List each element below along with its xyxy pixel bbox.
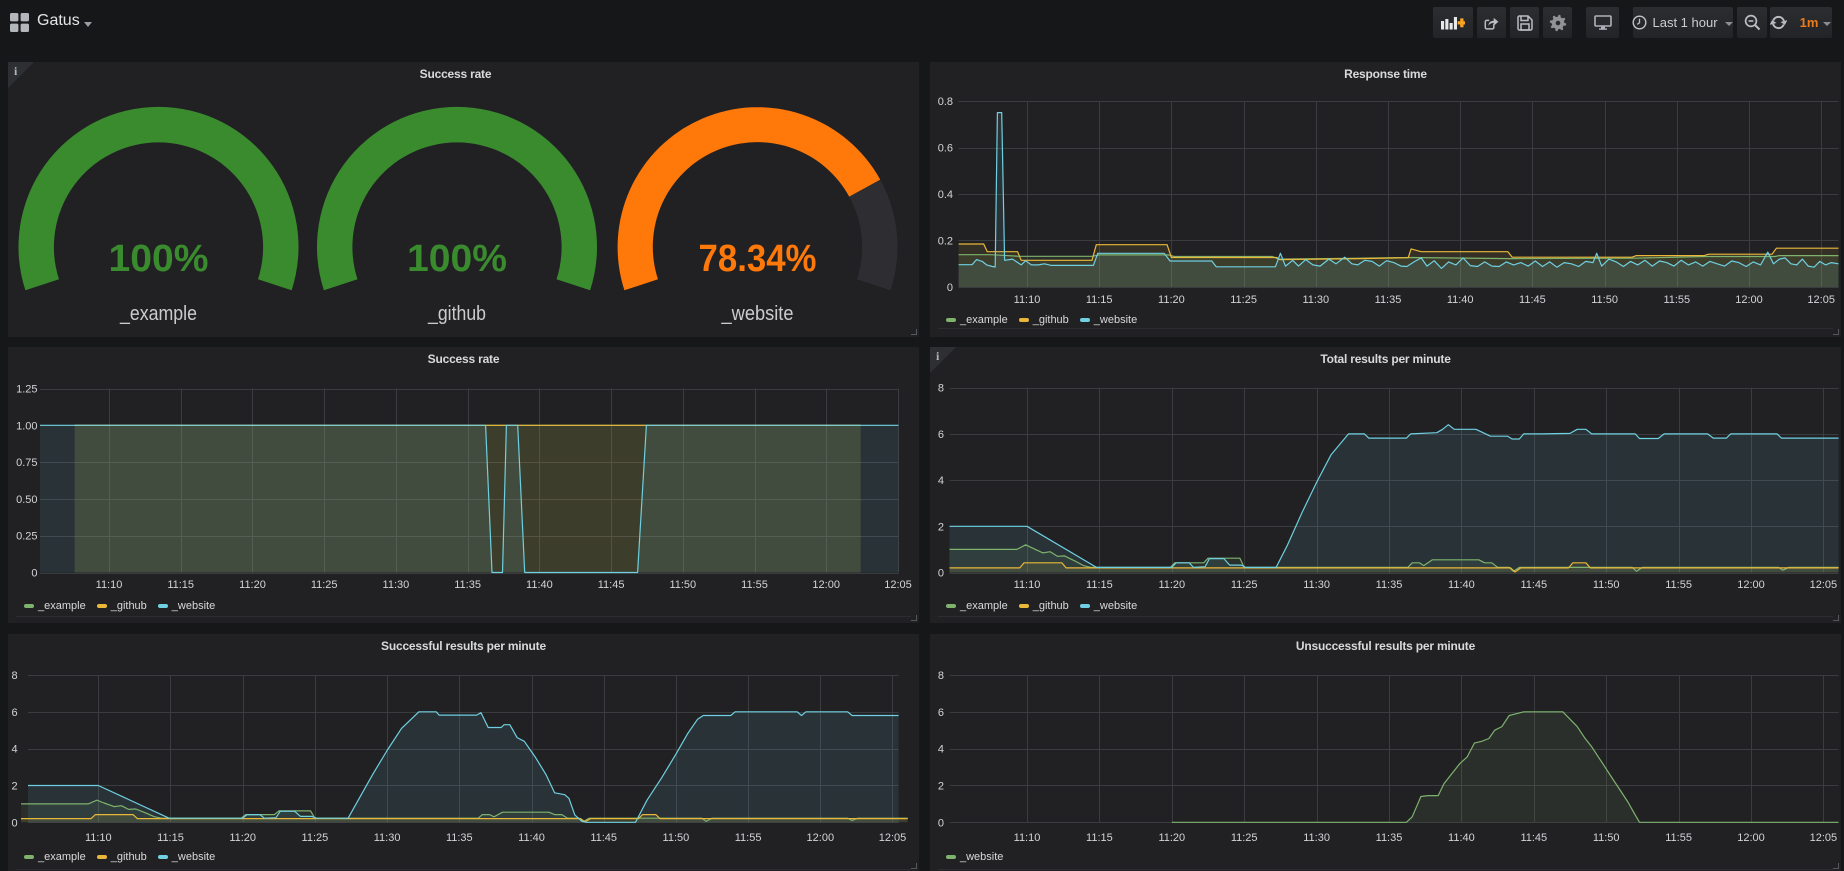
svg-text:0: 0 bbox=[31, 568, 37, 580]
svg-text:0: 0 bbox=[938, 817, 944, 829]
svg-text:11:45: 11:45 bbox=[1520, 579, 1547, 591]
svg-text:11:10: 11:10 bbox=[96, 579, 123, 591]
svg-text:0.6: 0.6 bbox=[938, 143, 953, 155]
svg-text:11:10: 11:10 bbox=[85, 832, 112, 844]
svg-text:11:35: 11:35 bbox=[1375, 294, 1402, 306]
svg-text:6: 6 bbox=[938, 707, 944, 719]
svg-text:78.34%: 78.34% bbox=[699, 238, 817, 280]
svg-text:1.00: 1.00 bbox=[16, 420, 37, 432]
svg-text:11:40: 11:40 bbox=[526, 579, 553, 591]
svg-text:12:05: 12:05 bbox=[879, 832, 907, 844]
svg-text:6: 6 bbox=[938, 429, 944, 441]
svg-text:11:15: 11:15 bbox=[1086, 294, 1113, 306]
svg-text:1.25: 1.25 bbox=[16, 384, 37, 396]
svg-text:12:05: 12:05 bbox=[1807, 294, 1835, 306]
svg-text:11:10: 11:10 bbox=[1014, 832, 1041, 844]
svg-text:12:05: 12:05 bbox=[1810, 832, 1838, 844]
svg-text:0.75: 0.75 bbox=[16, 457, 37, 469]
svg-text:11:15: 11:15 bbox=[157, 832, 184, 844]
svg-text:_website: _website bbox=[721, 303, 794, 325]
svg-text:11:30: 11:30 bbox=[1303, 832, 1330, 844]
svg-text:6: 6 bbox=[11, 707, 17, 719]
svg-text:11:40: 11:40 bbox=[1447, 294, 1474, 306]
svg-text:0.2: 0.2 bbox=[938, 236, 953, 248]
svg-text:11:25: 11:25 bbox=[311, 579, 338, 591]
svg-text:11:35: 11:35 bbox=[446, 832, 473, 844]
svg-text:11:50: 11:50 bbox=[1593, 579, 1620, 591]
svg-text:11:25: 11:25 bbox=[1230, 294, 1257, 306]
svg-text:11:15: 11:15 bbox=[1086, 832, 1113, 844]
svg-text:11:55: 11:55 bbox=[735, 832, 762, 844]
svg-text:11:45: 11:45 bbox=[590, 832, 617, 844]
svg-text:_github: _github bbox=[427, 303, 486, 325]
svg-text:11:10: 11:10 bbox=[1014, 294, 1041, 306]
svg-text:100%: 100% bbox=[109, 238, 209, 280]
svg-text:11:25: 11:25 bbox=[302, 832, 329, 844]
svg-text:0: 0 bbox=[938, 568, 944, 580]
svg-text:8: 8 bbox=[938, 383, 944, 395]
svg-text:4: 4 bbox=[938, 475, 944, 487]
svg-text:0.8: 0.8 bbox=[938, 96, 953, 108]
svg-text:11:25: 11:25 bbox=[1231, 579, 1258, 591]
svg-text:11:30: 11:30 bbox=[383, 579, 410, 591]
svg-text:100%: 100% bbox=[407, 238, 507, 280]
svg-text:11:30: 11:30 bbox=[374, 832, 401, 844]
svg-text:0.25: 0.25 bbox=[16, 531, 37, 543]
svg-text:12:00: 12:00 bbox=[1737, 579, 1765, 591]
svg-text:11:40: 11:40 bbox=[1448, 832, 1475, 844]
svg-text:8: 8 bbox=[11, 670, 17, 682]
svg-text:11:40: 11:40 bbox=[518, 832, 545, 844]
svg-text:11:15: 11:15 bbox=[1086, 579, 1113, 591]
svg-text:11:35: 11:35 bbox=[1376, 832, 1403, 844]
svg-text:11:50: 11:50 bbox=[1593, 832, 1620, 844]
svg-text:8: 8 bbox=[938, 670, 944, 682]
svg-text:11:20: 11:20 bbox=[239, 579, 266, 591]
svg-text:11:50: 11:50 bbox=[669, 579, 696, 591]
svg-text:11:10: 11:10 bbox=[1014, 579, 1041, 591]
svg-text:4: 4 bbox=[11, 744, 17, 756]
svg-text:11:55: 11:55 bbox=[741, 579, 768, 591]
svg-text:0: 0 bbox=[11, 817, 17, 829]
svg-text:11:25: 11:25 bbox=[1231, 832, 1258, 844]
svg-text:11:20: 11:20 bbox=[1158, 832, 1185, 844]
svg-text:11:30: 11:30 bbox=[1303, 579, 1330, 591]
svg-text:11:40: 11:40 bbox=[1448, 579, 1475, 591]
svg-text:2: 2 bbox=[938, 781, 944, 793]
svg-text:11:55: 11:55 bbox=[1665, 579, 1692, 591]
svg-text:12:05: 12:05 bbox=[884, 579, 912, 591]
svg-text:11:45: 11:45 bbox=[598, 579, 625, 591]
svg-text:11:55: 11:55 bbox=[1665, 832, 1692, 844]
svg-text:11:50: 11:50 bbox=[663, 832, 690, 844]
svg-text:11:20: 11:20 bbox=[229, 832, 256, 844]
svg-text:0: 0 bbox=[947, 282, 953, 294]
svg-text:12:05: 12:05 bbox=[1810, 579, 1838, 591]
svg-text:0.50: 0.50 bbox=[16, 494, 37, 506]
svg-text:4: 4 bbox=[938, 744, 944, 756]
svg-text:12:00: 12:00 bbox=[812, 579, 840, 591]
svg-text:11:20: 11:20 bbox=[1158, 579, 1185, 591]
svg-text:11:15: 11:15 bbox=[167, 579, 194, 591]
svg-text:11:20: 11:20 bbox=[1158, 294, 1185, 306]
svg-text:11:30: 11:30 bbox=[1302, 294, 1329, 306]
svg-text:11:45: 11:45 bbox=[1520, 832, 1547, 844]
svg-text:11:45: 11:45 bbox=[1519, 294, 1546, 306]
svg-text:12:00: 12:00 bbox=[1737, 832, 1765, 844]
svg-text:11:35: 11:35 bbox=[454, 579, 481, 591]
svg-text:0.4: 0.4 bbox=[938, 189, 953, 201]
svg-text:_example: _example bbox=[119, 303, 197, 325]
svg-text:2: 2 bbox=[11, 781, 17, 793]
svg-text:2: 2 bbox=[938, 521, 944, 533]
svg-text:11:55: 11:55 bbox=[1663, 294, 1690, 306]
svg-text:12:00: 12:00 bbox=[807, 832, 835, 844]
svg-text:12:00: 12:00 bbox=[1735, 294, 1763, 306]
svg-text:11:50: 11:50 bbox=[1591, 294, 1618, 306]
svg-text:11:35: 11:35 bbox=[1376, 579, 1403, 591]
